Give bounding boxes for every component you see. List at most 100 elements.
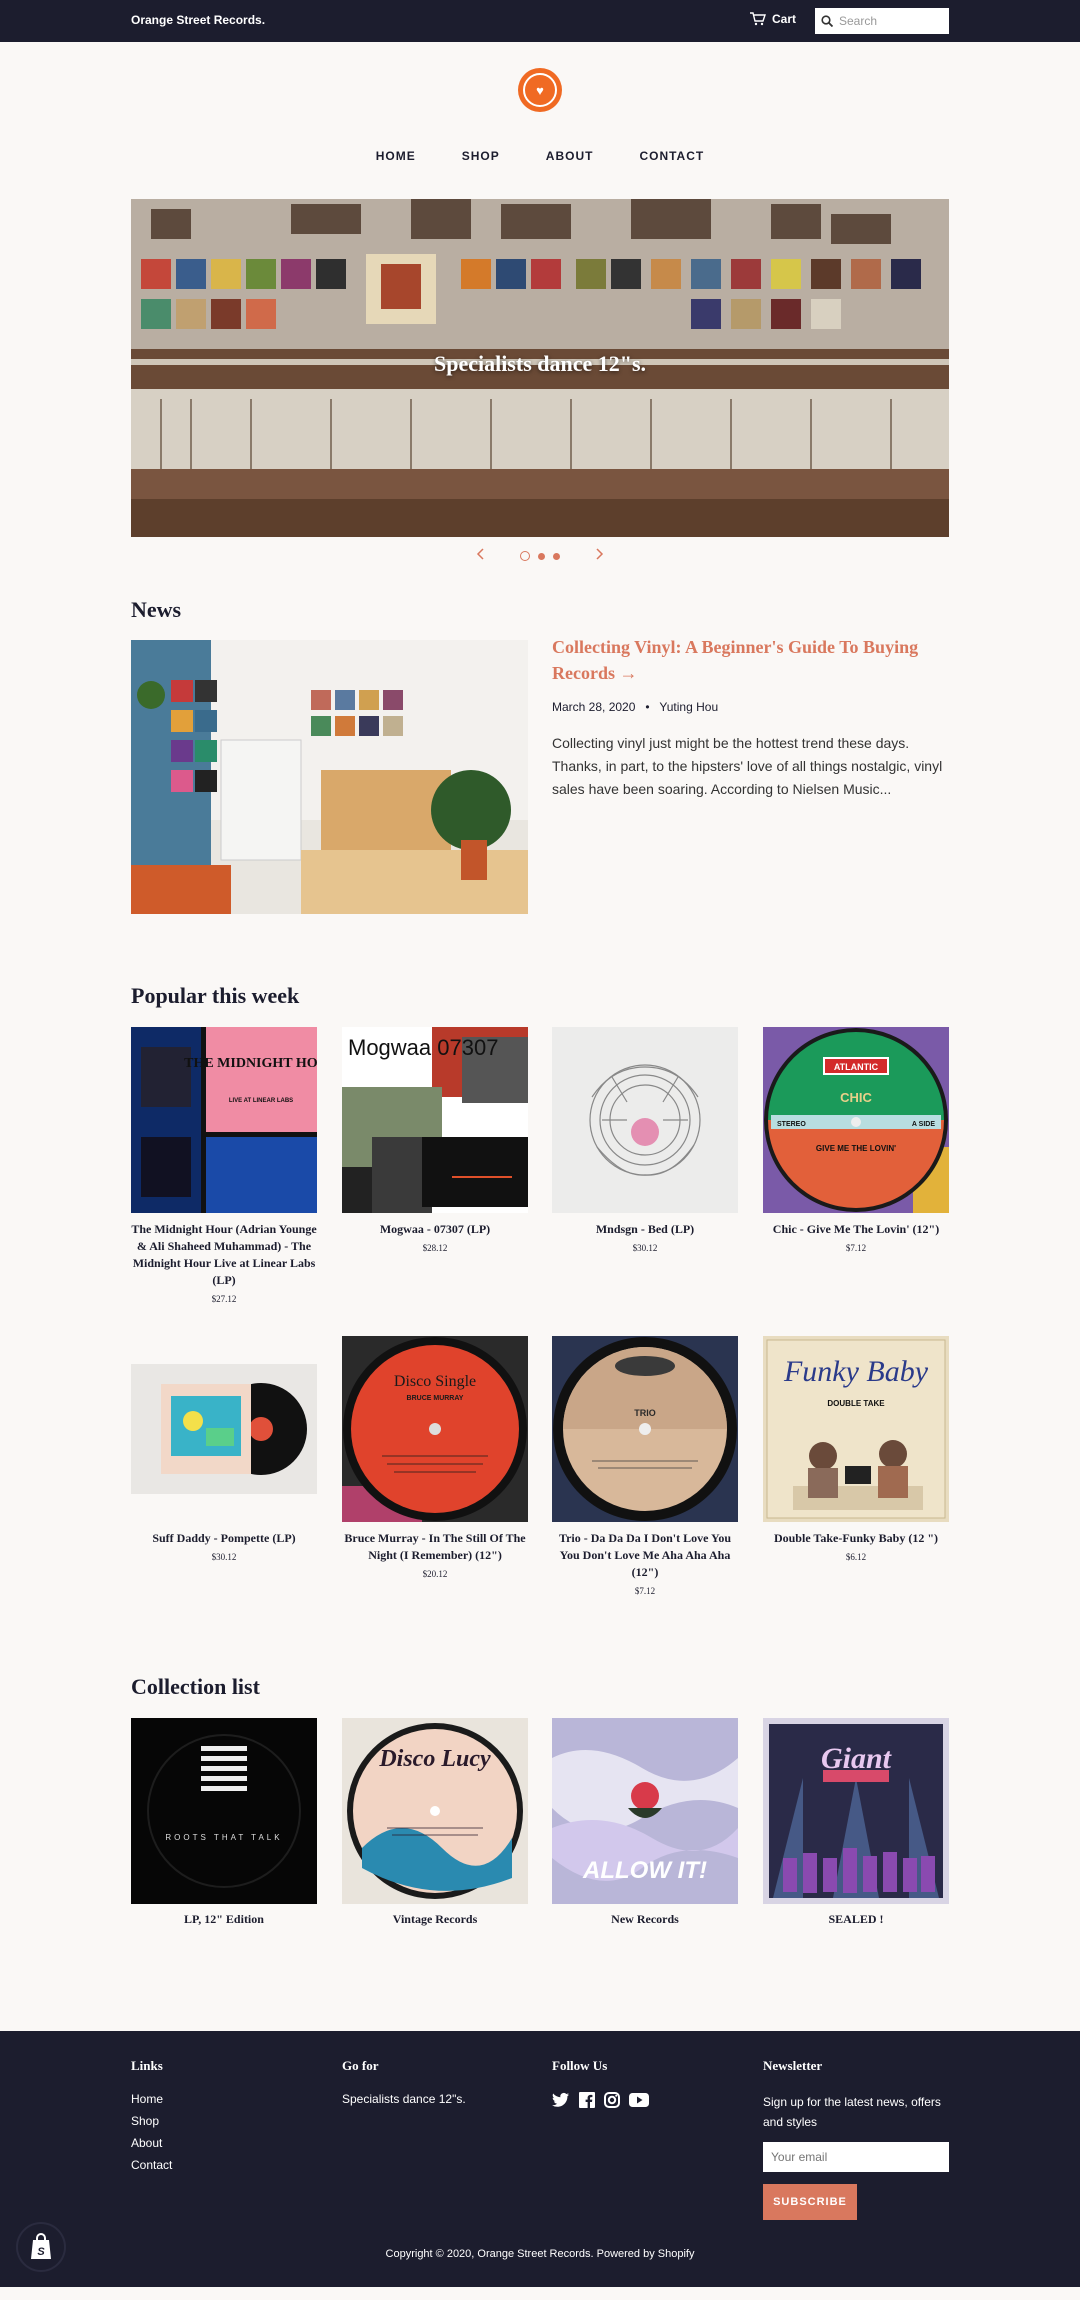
facebook-icon[interactable]: [579, 2092, 595, 2108]
product-title[interactable]: The Midnight Hour (Adrian Younge & Ali S…: [131, 1221, 317, 1289]
product-title[interactable]: Trio - Da Da Da I Don't Love You You Don…: [552, 1530, 738, 1581]
product-image[interactable]: THE MIDNIGHT HOUR LIVE AT LINEAR LABS: [131, 1027, 317, 1213]
collection-image[interactable]: ROOTS THAT TALK: [131, 1718, 317, 1904]
nav-shop[interactable]: SHOP: [462, 149, 500, 163]
search-icon[interactable]: [821, 15, 833, 27]
allow-it-cover: ALLOW IT!: [552, 1718, 738, 1904]
copyright-text: Copyright © 2020, Orange Street Records.…: [385, 2248, 695, 2260]
slide-dot-3[interactable]: [553, 552, 560, 560]
newsletter-email-input[interactable]: [763, 2142, 949, 2172]
news-date: March 28, 2020: [552, 700, 636, 714]
chic-label-cover: ATLANTIC CHIC STEREO A SIDE GIVE ME THE …: [763, 1027, 949, 1213]
product-image[interactable]: Mogwaa 07307: [342, 1027, 528, 1213]
bruce-murray-label: Disco Single BRUCE MURRAY: [342, 1336, 528, 1522]
product-price: $7.12: [845, 1243, 867, 1253]
instagram-icon[interactable]: [604, 2092, 620, 2108]
trio-label: TRIO: [552, 1336, 738, 1522]
next-slide-button[interactable]: [568, 547, 632, 565]
product-card[interactable]: Suff Daddy - Pompette (LP) $30.12: [131, 1336, 317, 1562]
shop-interior-photo: [131, 640, 528, 914]
pompette-cover: [131, 1336, 317, 1522]
product-title[interactable]: Mogwaa - 07307 (LP): [342, 1221, 528, 1238]
twitter-icon[interactable]: [552, 2092, 570, 2108]
subscribe-button[interactable]: SUBSCRIBE: [763, 2184, 857, 2220]
mogwaa-cover: Mogwaa 07307: [342, 1027, 528, 1213]
search-input[interactable]: [839, 14, 939, 28]
collection-image[interactable]: Giant: [763, 1718, 949, 1904]
footer-follow-heading: Follow Us: [552, 2058, 608, 2073]
slide-dot-2[interactable]: [538, 552, 545, 560]
prev-slide-button[interactable]: [448, 547, 512, 565]
collection-title[interactable]: New Records: [552, 1912, 738, 1927]
footer-goto-text: Specialists dance 12"s.: [342, 2092, 466, 2106]
youtube-icon[interactable]: [629, 2092, 649, 2108]
collection-card[interactable]: ALLOW IT! New Records: [552, 1718, 738, 1927]
disco-lucy-label: Disco Lucy: [342, 1718, 528, 1904]
shopify-badge[interactable]: S: [18, 2224, 64, 2270]
product-card[interactable]: THE MIDNIGHT HOUR LIVE AT LINEAR LABS Th…: [131, 1027, 317, 1304]
collection-image[interactable]: ALLOW IT!: [552, 1718, 738, 1904]
news-excerpt: Collecting vinyl just might be the hotte…: [552, 735, 943, 797]
product-title[interactable]: Chic - Give Me The Lovin' (12"): [763, 1221, 949, 1238]
footer-link-home[interactable]: Home: [131, 2092, 172, 2106]
newsletter-description: Sign up for the latest news, offers and …: [763, 2095, 941, 2129]
main-nav: HOME SHOP ABOUT CONTACT: [0, 149, 1080, 163]
nav-home[interactable]: HOME: [376, 149, 416, 163]
nav-contact[interactable]: CONTACT: [639, 149, 704, 163]
hero-slide[interactable]: Specialists dance 12"s.: [131, 199, 949, 537]
footer-newsletter: Newsletter Sign up for the latest news, …: [763, 2058, 949, 2220]
slide-dot-1[interactable]: [520, 551, 530, 561]
product-card[interactable]: ATLANTIC CHIC STEREO A SIDE GIVE ME THE …: [763, 1027, 949, 1253]
cover-title: Funky Baby: [783, 1355, 929, 1388]
cover-title: ROOTS THAT TALK: [165, 1833, 282, 1842]
slider-controls: [0, 547, 1080, 565]
news-heading: News: [131, 597, 182, 622]
product-price: $27.12: [211, 1294, 237, 1304]
collection-title[interactable]: LP, 12" Edition: [131, 1912, 317, 1927]
cover-title: THE MIDNIGHT HOUR: [184, 1056, 317, 1071]
nav-about[interactable]: ABOUT: [546, 149, 594, 163]
product-card[interactable]: Mogwaa 07307 Mogwaa - 07307 (LP) $28.12: [342, 1027, 528, 1253]
label-song: GIVE ME THE LOVIN': [816, 1144, 896, 1153]
cover-subtitle: LIVE AT LINEAR LABS: [229, 1098, 293, 1104]
product-title[interactable]: Bruce Murray - In The Still Of The Night…: [342, 1530, 528, 1564]
search-box[interactable]: [815, 8, 949, 34]
cart-link[interactable]: Cart: [750, 12, 796, 26]
midnight-hour-cover: THE MIDNIGHT HOUR LIVE AT LINEAR LABS: [131, 1027, 317, 1213]
collection-card[interactable]: ROOTS THAT TALK LP, 12" Edition: [131, 1718, 317, 1927]
footer-link-shop[interactable]: Shop: [131, 2114, 172, 2128]
product-image[interactable]: [552, 1027, 738, 1213]
svg-text:S: S: [37, 2246, 45, 2258]
product-card[interactable]: Disco Single BRUCE MURRAY Bruce Murray -…: [342, 1336, 528, 1579]
collection-title[interactable]: SEALED !: [763, 1912, 949, 1927]
product-image[interactable]: TRIO: [552, 1336, 738, 1522]
product-title[interactable]: Suff Daddy - Pompette (LP): [131, 1530, 317, 1547]
footer-links-heading: Links: [131, 2058, 163, 2073]
product-image[interactable]: ATLANTIC CHIC STEREO A SIDE GIVE ME THE …: [763, 1027, 949, 1213]
product-card[interactable]: Mndsgn - Bed (LP) $30.12: [552, 1027, 738, 1253]
footer-link-about[interactable]: About: [131, 2136, 172, 2150]
collection-title[interactable]: Vintage Records: [342, 1912, 528, 1927]
footer-goto: Go for Specialists dance 12"s.: [342, 2058, 466, 2114]
product-image[interactable]: Disco Single BRUCE MURRAY: [342, 1336, 528, 1522]
store-logo[interactable]: ♥: [518, 68, 562, 112]
product-price: $30.12: [632, 1243, 658, 1253]
news-article-link[interactable]: Collecting Vinyl: A Beginner's Guide To …: [552, 634, 949, 686]
product-image[interactable]: Funky Baby DOUBLE TAKE: [763, 1336, 949, 1522]
product-title[interactable]: Double Take-Funky Baby (12 "): [763, 1530, 949, 1547]
label-artist: TRIO: [634, 1408, 656, 1418]
footer-links: Links Home Shop About Contact: [131, 2058, 172, 2180]
shopify-bag-icon: S: [31, 2233, 51, 2259]
product-title[interactable]: Mndsgn - Bed (LP): [552, 1221, 738, 1238]
mndsgn-bed-cover: [552, 1027, 738, 1213]
collection-card[interactable]: Giant SEALED !: [763, 1718, 949, 1927]
collection-image[interactable]: Disco Lucy: [342, 1718, 528, 1904]
product-card[interactable]: TRIO Trio - Da Da Da I Don't Love You Yo…: [552, 1336, 738, 1596]
collection-card[interactable]: Disco Lucy Vintage Records: [342, 1718, 528, 1927]
footer-link-contact[interactable]: Contact: [131, 2158, 172, 2172]
product-card[interactable]: Funky Baby DOUBLE TAKE Double Take-Funky…: [763, 1336, 949, 1562]
shop-name-link[interactable]: Orange Street Records.: [131, 13, 265, 27]
product-image[interactable]: [131, 1336, 317, 1522]
news-image[interactable]: [131, 640, 528, 914]
product-price: $28.12: [422, 1243, 448, 1253]
